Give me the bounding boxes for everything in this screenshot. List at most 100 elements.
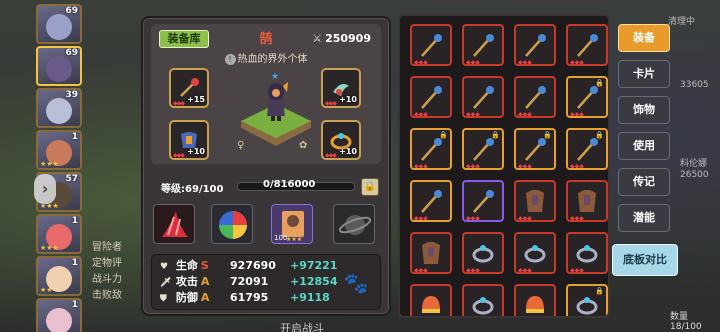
helmet-icon [526, 296, 544, 313]
inventory-item[interactable]: ◆◆◆🔒 [410, 128, 452, 170]
hero-portrait[interactable]: 69 [36, 4, 82, 44]
inventory-count: 数量 18/100 [670, 312, 702, 332]
inventory-item[interactable]: ◆◆◆ [462, 76, 504, 118]
hero-face [46, 308, 72, 332]
inventory-item[interactable]: ◆◆◆ [566, 180, 608, 222]
crossed-swords-icon: ⚔ [312, 32, 323, 45]
inventory-item[interactable]: ◆◆◆ [462, 180, 504, 222]
hero-display-area: 装备库 鹄 ⚔ 250909 ! 热血的界外个体 ★ ◆◆◆ +15 ◆◆◆ +10 [151, 24, 381, 164]
hero-portrait[interactable]: 69 [36, 46, 82, 86]
shield-icon: ⛊ [160, 294, 167, 304]
hero-level-badge: 1 [71, 300, 78, 310]
helmet-icon [422, 296, 440, 313]
staff-icon [577, 138, 598, 161]
hero-level-badge: 39 [65, 90, 78, 100]
tab-3[interactable]: 使用 [618, 132, 670, 160]
element-wheel-icon [219, 211, 247, 239]
staff-icon [525, 86, 546, 109]
card-slot[interactable]: 100 ★★★ [271, 204, 313, 244]
hero-portrait[interactable]: 1 ★★ [36, 256, 82, 296]
inventory-item[interactable]: ◆◆◆ [514, 180, 556, 222]
staff-icon [421, 190, 442, 213]
inventory-item[interactable]: ◆◆◆ [566, 232, 608, 274]
armor-icon [526, 190, 544, 212]
scene-value: 33605 [680, 80, 709, 90]
ring-icon [524, 245, 546, 263]
hero-face [46, 56, 72, 82]
hero-face [46, 14, 72, 40]
sword-icon: 🗡 [160, 278, 172, 288]
ring-icon [472, 245, 494, 263]
inventory-item[interactable]: ◆◆◆ [514, 24, 556, 66]
hero-stars: ★★★ [40, 244, 59, 252]
ring-icon [472, 297, 494, 315]
staff-icon [525, 138, 546, 161]
lock-icon: 🔒 [595, 79, 604, 87]
inventory-item[interactable]: ◆◆◆ [462, 24, 504, 66]
roster-expand-button[interactable]: › [34, 174, 56, 204]
tab-2[interactable]: 饰物 [618, 96, 670, 124]
inventory-item[interactable]: ◆◆◆ [566, 24, 608, 66]
hero-portrait[interactable]: 1 ★★★ [36, 214, 82, 254]
staff-icon [473, 190, 494, 213]
tab-1[interactable]: 卡片 [618, 60, 670, 88]
scene-status: 清理中 [668, 17, 696, 27]
inventory-item[interactable]: ◆◆◆🔒 [462, 128, 504, 170]
ring-icon [576, 245, 598, 263]
equipment-panel: 装备库 鹄 ⚔ 250909 ! 热血的界外个体 ★ ◆◆◆ +15 ◆◆◆ +10 [141, 16, 391, 316]
tab-4[interactable]: 传记 [618, 168, 670, 196]
lock-icon: 🔒 [595, 131, 604, 139]
staff-icon [473, 34, 494, 57]
hero-face [46, 98, 72, 124]
inventory-item[interactable]: ◆◆◆ [410, 76, 452, 118]
skill-slot-1[interactable] [153, 204, 195, 244]
inventory-item[interactable]: ◆◆◆🔒 [566, 284, 608, 316]
inventory-item[interactable]: ◆◆◆ [410, 24, 452, 66]
inventory-item[interactable]: ◆◆◆ [514, 76, 556, 118]
planet-icon [338, 215, 372, 235]
ring-slot[interactable]: ◆◆◆ +10 [321, 120, 361, 160]
lock-icon: 🔒 [439, 131, 448, 139]
compare-button[interactable]: 底板对比 [612, 244, 678, 276]
rank-star-icon: ★ [271, 72, 280, 82]
tab-0[interactable]: 装备 [618, 24, 670, 52]
exp-text: 0/816000 [263, 179, 316, 190]
staff-icon [421, 86, 442, 109]
combat-power: ⚔ 250909 [312, 32, 371, 45]
stat-defense: ⛊ 防御 A 61795 +9118 [160, 290, 330, 306]
hero-portrait[interactable]: 39 [36, 88, 82, 128]
inventory-item[interactable]: ◆◆◆ [410, 284, 452, 316]
staff-icon [525, 34, 546, 57]
skill-slot-2[interactable] [211, 204, 253, 244]
armor-slot[interactable]: ◆◆◆ +10 [169, 120, 209, 160]
hero-title: ! 热血的界外个体 [151, 50, 381, 65]
tab-5[interactable]: 潜能 [618, 204, 670, 232]
hero-stars: ★★ [40, 286, 53, 294]
inventory-item[interactable]: ◆◆◆ [410, 232, 452, 274]
stats-box: ♥ 生命 S 927690 +97221 🗡 攻击 A 72091 +12854 ⛊… [151, 254, 381, 310]
skill-slot-4[interactable] [333, 204, 375, 244]
lock-button[interactable]: 🔒 [361, 178, 379, 196]
lock-icon: 🔒 [543, 131, 552, 139]
accessory-slot[interactable]: ◆◆◆ +10 [321, 68, 361, 108]
inventory-item[interactable]: ◆◆◆🔒 [514, 128, 556, 170]
hero-level: 等级:69/100 [161, 184, 224, 195]
staff-icon [421, 138, 442, 161]
scene-text-left: 冒险者 定物评 战斗力 击败敌 [92, 242, 122, 301]
pet-paw-icon[interactable]: 🐾 [342, 269, 370, 297]
inventory-item[interactable]: ◆◆◆ [462, 284, 504, 316]
weapon-slot[interactable]: ◆◆◆ +15 [169, 68, 209, 108]
inventory-item[interactable]: ◆◆◆ [410, 180, 452, 222]
inventory-item[interactable]: ◆◆◆ [462, 232, 504, 274]
hero-level-badge: 69 [65, 48, 78, 58]
hero-portrait[interactable]: 1 ★★★ [36, 130, 82, 170]
hero-portrait[interactable]: 1 [36, 298, 82, 332]
staff-icon [577, 86, 598, 109]
info-icon[interactable]: ! [224, 54, 236, 65]
armor-icon [422, 242, 440, 264]
inventory-item[interactable]: ◆◆◆🔒 [566, 76, 608, 118]
inventory-item[interactable]: ◆◆◆🔒 [566, 128, 608, 170]
inventory-item[interactable]: ◆◆◆ [514, 232, 556, 274]
hero-character-sprite [267, 82, 288, 121]
inventory-item[interactable]: ◆◆◆ [514, 284, 556, 316]
